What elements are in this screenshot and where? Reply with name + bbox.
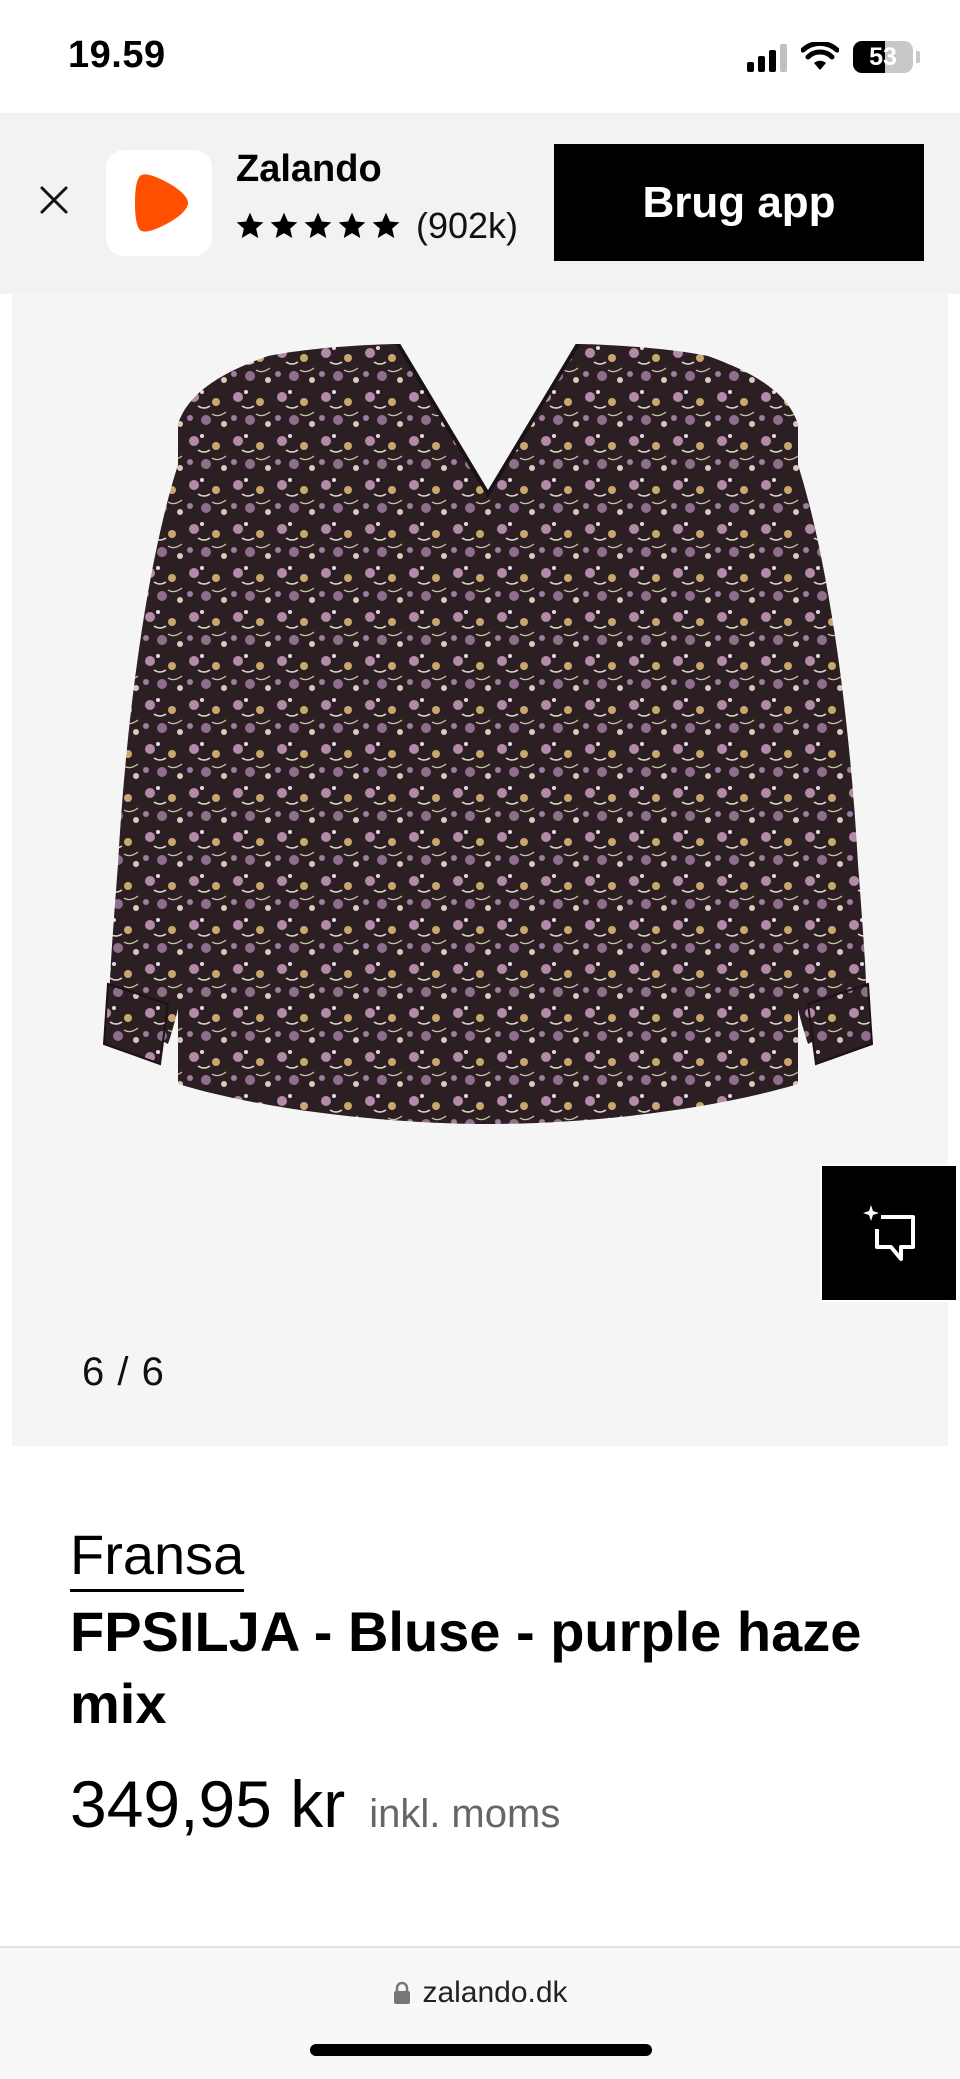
app-rating: (902k): [234, 205, 518, 247]
product-page: 19.59 53 Zalando (902k) Brug app 6 / 6 F…: [0, 0, 960, 2079]
price-row: 349,95 kr inkl. moms: [70, 1766, 560, 1842]
url-display[interactable]: zalando.dk: [0, 1976, 960, 2010]
cellular-signal-icon: [747, 42, 787, 72]
close-banner-button[interactable]: [34, 180, 74, 220]
status-time: 19.59: [68, 34, 166, 76]
star-icon: [372, 212, 400, 238]
battery-icon: 53: [853, 41, 913, 73]
wifi-icon: [801, 42, 839, 70]
gallery-counter: 6 / 6: [82, 1350, 165, 1394]
lock-icon: [394, 1981, 411, 2004]
open-app-button[interactable]: Brug app: [554, 144, 924, 261]
star-icon: [236, 212, 264, 238]
star-icon: [304, 212, 332, 238]
vat-note: inkl. moms: [369, 1792, 561, 1836]
home-indicator[interactable]: [310, 2044, 652, 2056]
brand-link[interactable]: Fransa: [70, 1523, 245, 1592]
zalando-logo-icon: [135, 174, 188, 232]
star-icon: [338, 212, 366, 238]
url-text: zalando.dk: [422, 1976, 568, 2009]
status-icons: 53: [747, 40, 920, 74]
app-name: Zalando: [236, 148, 382, 190]
browser-address-bar[interactable]: [0, 1946, 960, 2079]
battery-tip: [916, 51, 920, 63]
ai-assistant-button[interactable]: [820, 1164, 958, 1302]
product-image: [102, 344, 874, 1124]
status-bar: 19.59 53: [0, 0, 960, 113]
battery-percent: 53: [869, 43, 897, 71]
close-icon: [40, 186, 68, 214]
rating-count: (902k): [416, 205, 519, 246]
product-image-gallery[interactable]: 6 / 6: [12, 294, 948, 1446]
product-title: FPSILJA - Bluse - purple haze mix: [70, 1600, 862, 1735]
product-price: 349,95 kr: [70, 1767, 346, 1841]
rating-stars: [234, 210, 402, 242]
star-icon: [270, 212, 298, 238]
ai-sparkle-chat-icon: [863, 1205, 915, 1261]
zalando-app-icon[interactable]: [106, 150, 212, 256]
